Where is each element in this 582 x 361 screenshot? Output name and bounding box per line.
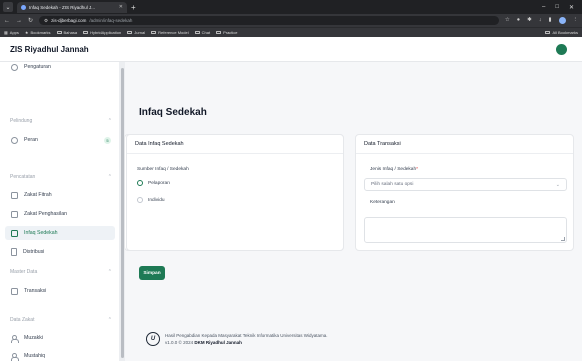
- receipt-icon: [11, 229, 18, 237]
- reload-icon[interactable]: ↻: [28, 17, 33, 24]
- tab-close-icon[interactable]: ✕: [119, 4, 123, 10]
- sidebar-item-pengaturan[interactable]: Pengaturan: [5, 62, 115, 74]
- folder-icon: [83, 30, 89, 35]
- source-label: Sumber Infaq / Sedekah: [137, 167, 189, 172]
- close-window-icon[interactable]: ✕: [569, 4, 574, 11]
- radio-checked-icon[interactable]: [137, 180, 143, 186]
- bookmark-folder[interactable]: Reference Model: [151, 30, 189, 35]
- browser-tabbar: ⌄ Infaq Sedekah - ZIS Riyadhul J... ✕ + …: [0, 0, 582, 14]
- app-brand[interactable]: ZIS Riyadhul Jannah: [10, 45, 89, 54]
- star-icon: ★: [24, 30, 29, 35]
- footer-line2: v1.0.0 © 2024 DKM Riyadhul Jannah: [165, 340, 242, 345]
- puzzle-icon[interactable]: ✱: [527, 17, 532, 24]
- url-path: /admin/infaq-sedekah: [89, 18, 133, 23]
- bookmark-folder[interactable]: Bahasa: [56, 30, 77, 35]
- save-button[interactable]: Simpan: [139, 266, 165, 280]
- radio-unchecked-icon[interactable]: [137, 197, 143, 203]
- sidebar-item-transaksi[interactable]: Transaksi: [5, 284, 115, 298]
- type-label: Jenis Infaq / Sedekah*: [370, 167, 419, 172]
- peran-count-badge: 5: [104, 136, 111, 144]
- sidebar-group-pencatatan[interactable]: Pencatatan ⌃: [10, 174, 112, 180]
- settings-icon: [11, 63, 18, 71]
- folder-icon: [194, 30, 200, 35]
- apps-grid-icon: ▦: [4, 30, 8, 35]
- sidebar-group-master-data[interactable]: Master Data ⌃: [10, 269, 112, 275]
- sidebar-group-data-zakat[interactable]: Data Zakat ⌃: [10, 317, 112, 323]
- radio-individu[interactable]: Individu: [137, 197, 165, 203]
- sidebar: Pengaturan Pelindung ⌃ Peran 5 Pencatata…: [0, 62, 120, 361]
- forward-icon[interactable]: →: [16, 18, 22, 24]
- university-logo-icon: U: [146, 332, 160, 346]
- card-data-transaksi: Data Transaksi Jenis Infaq / Sedekah* Pi…: [355, 134, 574, 251]
- type-select[interactable]: Pilih salah satu opsi ⌄: [364, 178, 567, 191]
- note-textarea[interactable]: [364, 217, 567, 243]
- sidebar-item-zakat-penghasilan[interactable]: Zakat Penghasilan: [5, 207, 115, 221]
- chevron-up-icon: ⌃: [107, 174, 112, 180]
- tab-search-icon[interactable]: ⌄: [3, 2, 13, 12]
- tab-title: Infaq Sedekah - ZIS Riyadhul J...: [29, 4, 96, 10]
- user-avatar[interactable]: [556, 43, 567, 55]
- bookmark-folder[interactable]: HybridApplication: [83, 30, 121, 35]
- chevron-up-icon: ⌃: [107, 269, 112, 275]
- url-host: zis-djberbagi.com: [51, 18, 87, 23]
- folder-icon: [56, 30, 62, 35]
- card-title: Data Infaq Sedekah: [127, 135, 343, 154]
- all-bookmarks[interactable]: All Bookmarks: [545, 30, 578, 35]
- back-icon[interactable]: ←: [4, 18, 10, 24]
- bookmark-folder[interactable]: Jurnal: [127, 30, 145, 35]
- sidebar-item-mustahiq[interactable]: Mustahiq: [5, 349, 115, 361]
- footer-line1: Hasil Pengabdian Kepada Masyarakat Tekni…: [165, 333, 328, 338]
- folder-icon: [545, 30, 551, 35]
- card-data-infaq-sedekah: Data Infaq Sedekah Sumber Infaq / Sedeka…: [126, 134, 344, 251]
- maximize-icon[interactable]: □: [555, 4, 559, 11]
- chevron-up-icon: ⌃: [107, 118, 112, 124]
- receipt-icon: [11, 191, 18, 199]
- sidebar-item-distribusi[interactable]: Distribusi: [5, 245, 115, 259]
- card-title: Data Transaksi: [356, 135, 573, 154]
- receipt-icon: [11, 210, 18, 218]
- bookmark-apps[interactable]: ▦ Apps: [4, 30, 19, 35]
- extension-icon[interactable]: ●: [517, 17, 520, 24]
- users-icon: [11, 334, 19, 343]
- browser-menu-icon[interactable]: ⋮: [573, 17, 579, 24]
- bookmark-folder[interactable]: Practice: [216, 30, 238, 35]
- app-header: ZIS Riyadhul Jannah: [0, 37, 582, 62]
- chevron-down-icon: ⌄: [555, 181, 560, 188]
- bookmark-folder[interactable]: Chat: [194, 30, 210, 35]
- shield-icon: [11, 136, 18, 144]
- folder-icon: [127, 30, 133, 35]
- footer-text: Hasil Pengabdian Kepada Masyarakat Tekni…: [165, 332, 328, 346]
- radio-pelaporan[interactable]: Pelaporan: [137, 180, 170, 186]
- wallet-icon: [11, 287, 18, 295]
- note-label: Keterangan: [370, 200, 395, 205]
- sidebar-item-infaq-sedekah[interactable]: Infaq Sedekah: [5, 226, 115, 240]
- browser-toolbar: ← → ↻ ⚙ zis-djberbagi.com/admin/infaq-se…: [0, 14, 582, 27]
- profile-avatar[interactable]: [558, 17, 566, 24]
- sidebar-item-peran[interactable]: Peran 5: [5, 133, 115, 147]
- browser-extensions: ☆ ● ✱ ↓ ▮ ⋮: [505, 17, 578, 24]
- site-info-icon[interactable]: ⚙: [44, 18, 48, 24]
- footer: U Hasil Pengabdian Kepada Masyarakat Tek…: [146, 332, 328, 346]
- sidebar-group-pelindung[interactable]: Pelindung ⌃: [10, 118, 112, 124]
- chevron-up-icon: ⌃: [107, 317, 112, 323]
- bookmark-bookmarks[interactable]: ★ Bookmarks: [25, 30, 51, 35]
- minimize-icon[interactable]: –: [542, 4, 545, 11]
- window-controls: – □ ✕: [542, 4, 582, 11]
- folder-icon: [216, 30, 222, 35]
- address-bar[interactable]: ⚙ zis-djberbagi.com/admin/infaq-sedekah: [39, 16, 499, 25]
- sidebar-item-zakat-fitrah[interactable]: Zakat Fitrah: [5, 188, 115, 202]
- page-title: Infaq Sedekah: [139, 107, 207, 118]
- bookmark-star-icon[interactable]: ☆: [505, 17, 510, 24]
- bookmarks-bar: ▦ Apps ★ Bookmarks Bahasa HybridApplicatio…: [0, 27, 582, 37]
- tab-favicon-icon: [21, 4, 26, 10]
- sidepanel-icon[interactable]: ▮: [548, 17, 551, 24]
- download-icon[interactable]: ↓: [539, 17, 542, 24]
- sidebar-item-muzakki[interactable]: Muzakki: [5, 331, 115, 345]
- new-tab-icon[interactable]: +: [131, 3, 136, 12]
- folder-icon: [151, 30, 157, 35]
- users-icon: [11, 352, 19, 361]
- document-icon: [11, 248, 17, 256]
- browser-tab[interactable]: Infaq Sedekah - ZIS Riyadhul J... ✕: [17, 1, 127, 13]
